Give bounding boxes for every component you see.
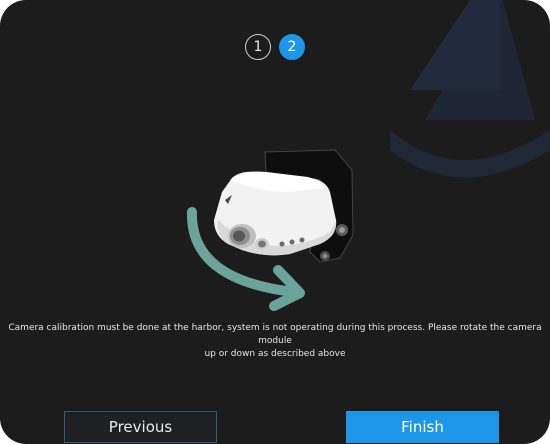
finish-button-label: Finish: [401, 418, 444, 436]
camera-rotation-illustration: [186, 149, 354, 311]
previous-button-label: Previous: [108, 418, 173, 436]
step-1-number: 1: [253, 39, 263, 55]
step-1: 1: [245, 34, 271, 60]
previous-button[interactable]: Previous: [64, 411, 217, 443]
step-2: 2: [279, 34, 305, 60]
step-indicator: 1 2: [0, 34, 550, 62]
calibration-dialog: 1 2 Camera calibration must be done at t…: [0, 0, 550, 444]
calibration-instruction: Camera calibration must be done at the h…: [8, 323, 542, 359]
camera-module: [214, 171, 337, 256]
finish-button[interactable]: Finish: [346, 411, 499, 443]
sailboat-watermark-icon: [390, 0, 550, 178]
step-2-number: 2: [287, 39, 297, 55]
